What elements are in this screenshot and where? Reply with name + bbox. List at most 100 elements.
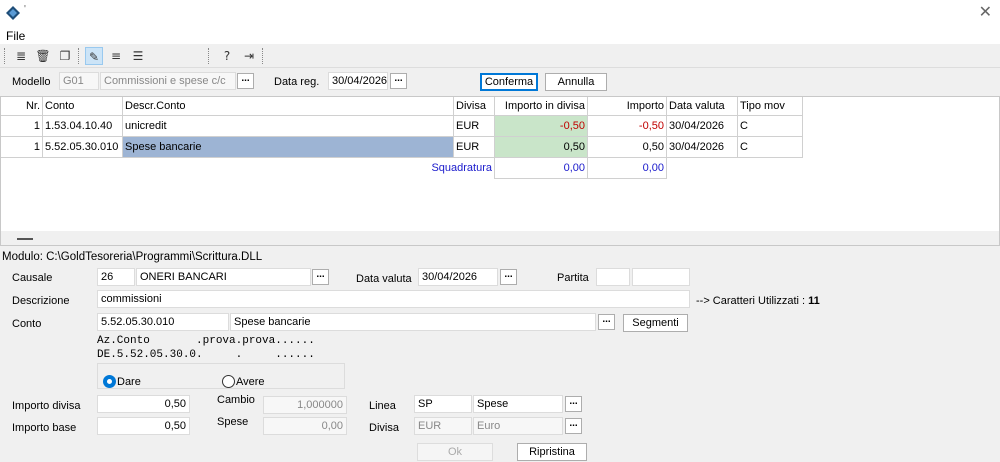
dare-radio[interactable]	[103, 375, 116, 388]
tag-icon[interactable]: ✎	[85, 47, 103, 65]
squadratura-importo-value: 0,00	[588, 158, 667, 179]
table-row-descr[interactable]: unicredit	[123, 116, 454, 137]
avere-label[interactable]: Avere	[236, 376, 265, 388]
entries-grid: Nr. Conto Descr.Conto Divisa Importo in …	[0, 96, 1000, 246]
causale-desc-field[interactable]: ONERI BANCARI	[136, 268, 311, 286]
data-valuta-field[interactable]: 30/04/2026	[418, 268, 498, 286]
caratteri-text: --> Caratteri Utilizzati :	[696, 295, 806, 307]
col-header-conto[interactable]: Conto	[43, 97, 123, 116]
linea-desc-field[interactable]: Spese	[473, 395, 563, 413]
modello-desc-field[interactable]: Commissioni e spese c/c	[100, 72, 236, 90]
table-row-descr[interactable]: Spese bancarie	[123, 137, 454, 158]
window-title: '	[24, 4, 26, 15]
conto-label: Conto	[12, 318, 42, 330]
conto-lookup-button[interactable]: ...	[598, 314, 615, 330]
ok-button[interactable]: Ok	[417, 443, 493, 461]
squadratura-label: Squadratura	[401, 158, 495, 179]
table-row-importo-divisa[interactable]: 0,50	[495, 137, 588, 158]
table-row-nr[interactable]: 1	[1, 116, 43, 137]
linea-label: Linea	[369, 400, 396, 412]
divisa-code-field[interactable]: EUR	[414, 417, 472, 435]
ripristina-button[interactable]: Ripristina	[517, 443, 587, 461]
importo-base-field[interactable]: 0,50	[97, 417, 190, 435]
divisa-desc-field[interactable]: Euro	[473, 417, 563, 435]
data-valuta-picker-button[interactable]: ...	[500, 269, 517, 285]
align-left-icon[interactable]: ≡	[107, 47, 125, 65]
divisa-label: Divisa	[369, 422, 399, 434]
data-reg-picker-button[interactable]: ...	[390, 73, 407, 89]
modello-code-field[interactable]: G01	[59, 72, 99, 90]
caratteri-count: 11	[808, 295, 820, 307]
app-logo-icon	[6, 6, 20, 20]
copy-icon[interactable]: ❐	[56, 47, 74, 65]
table-row-divisa[interactable]: EUR	[454, 116, 495, 137]
conto-desc-field[interactable]: Spese bancarie	[230, 313, 596, 331]
table-row-conto[interactable]: 1.53.04.10.40	[43, 116, 123, 137]
menu-bar: File	[0, 26, 1000, 44]
causale-code-field[interactable]: 26	[97, 268, 135, 286]
modello-lookup-button[interactable]: ...	[237, 73, 254, 89]
table-row-importo-divisa[interactable]: -0,50	[495, 116, 588, 137]
menu-file[interactable]: File	[6, 29, 25, 43]
toolbar-separator	[78, 48, 79, 64]
partita-label: Partita	[557, 272, 589, 284]
descrizione-label: Descrizione	[12, 295, 70, 307]
cambio-label: Cambio	[217, 394, 255, 406]
descrizione-field[interactable]: commissioni	[97, 290, 690, 308]
cambio-field[interactable]: 1,000000	[263, 396, 347, 414]
toolbar-separator	[208, 48, 209, 64]
linea-code-field[interactable]: SP	[414, 395, 472, 413]
col-header-divisa[interactable]: Divisa	[454, 97, 495, 116]
data-reg-field[interactable]: 30/04/2026	[328, 72, 388, 90]
table-row-data-valuta[interactable]: 30/04/2026	[667, 116, 738, 137]
conto-code-field[interactable]: 5.52.05.30.010	[97, 313, 229, 331]
col-header-data-valuta[interactable]: Data valuta	[667, 97, 738, 116]
avere-radio[interactable]	[222, 375, 235, 388]
col-header-tipo-mov[interactable]: Tipo mov	[738, 97, 803, 116]
exit-icon[interactable]: ⇥	[240, 47, 258, 65]
col-header-descr[interactable]: Descr.Conto	[123, 97, 454, 116]
table-row-conto[interactable]: 5.52.05.30.010	[43, 137, 123, 158]
scrollbar-thumb[interactable]	[17, 238, 33, 240]
table-row-importo[interactable]: 0,50	[588, 137, 667, 158]
table-row-tipo-mov[interactable]: C	[738, 137, 803, 158]
importo-divisa-field[interactable]: 0,50	[97, 395, 190, 413]
table-row-data-valuta[interactable]: 30/04/2026	[667, 137, 738, 158]
conto-structure-line-1: Az.Conto .prova.prova......	[97, 335, 315, 347]
dare-label[interactable]: Dare	[117, 376, 141, 388]
divisa-lookup-button[interactable]: ...	[565, 418, 582, 434]
linea-lookup-button[interactable]: ...	[565, 396, 582, 412]
causale-lookup-button[interactable]: ...	[312, 269, 329, 285]
conto-structure-line-2: DE.5.52.05.30.0. . ......	[97, 349, 315, 361]
toolbar-separator	[262, 48, 263, 64]
horizontal-scrollbar[interactable]	[1, 231, 999, 245]
spese-label: Spese	[217, 416, 249, 428]
cancel-button[interactable]: Annulla	[545, 73, 607, 91]
segmenti-button[interactable]: Segmenti	[623, 314, 688, 332]
partita-field-1[interactable]	[596, 268, 630, 286]
help-icon[interactable]: ?	[218, 47, 236, 65]
table-row-divisa[interactable]: EUR	[454, 137, 495, 158]
close-icon[interactable]: ✕	[979, 2, 992, 21]
partita-field-2[interactable]	[632, 268, 690, 286]
title-bar: ' ✕	[0, 0, 1000, 26]
trash-icon[interactable]: 🗑	[34, 47, 52, 65]
col-header-importo[interactable]: Importo	[588, 97, 667, 116]
col-header-importo-divisa[interactable]: Importo in divisa	[495, 97, 588, 116]
post-icon[interactable]: ≣	[12, 47, 30, 65]
causale-label: Causale	[12, 272, 53, 284]
col-header-nr[interactable]: Nr.	[1, 97, 43, 116]
list-icon[interactable]: ☰	[129, 47, 147, 65]
data-reg-label: Data reg.	[274, 76, 320, 88]
table-row-nr[interactable]: 1	[1, 137, 43, 158]
data-valuta-label: Data valuta	[356, 273, 412, 285]
squadratura-divisa-value: 0,00	[495, 158, 588, 179]
importo-base-label: Importo base	[12, 422, 77, 434]
toolbar: ≣ 🗑 ❐ ✎ ≡ ☰ ? ⇥	[0, 44, 1000, 68]
modello-label: Modello	[12, 76, 51, 88]
spese-field[interactable]: 0,00	[263, 417, 347, 435]
confirm-button[interactable]: Conferma	[480, 73, 538, 91]
module-path: Modulo: C:\GoldTesoreria\Programmi\Scrit…	[2, 251, 263, 263]
table-row-importo[interactable]: -0,50	[588, 116, 667, 137]
table-row-tipo-mov[interactable]: C	[738, 116, 803, 137]
